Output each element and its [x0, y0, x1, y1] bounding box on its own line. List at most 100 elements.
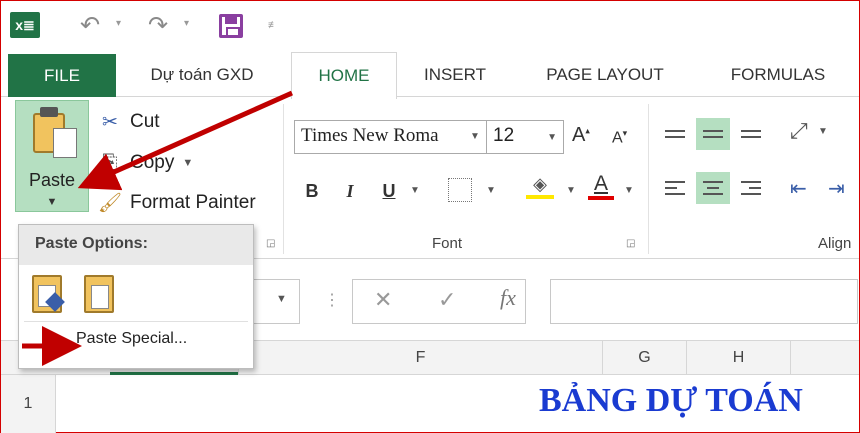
formula-bar-grip-icon: ⋮	[324, 292, 340, 309]
align-right-button[interactable]	[734, 172, 768, 204]
cancel-formula-icon[interactable]: ✕	[374, 287, 392, 313]
paste-label: Paste	[28, 170, 76, 190]
paste-default-paper	[91, 285, 109, 309]
underline-dropdown-icon[interactable]: ▼	[410, 185, 420, 196]
column-header-next[interactable]	[790, 340, 859, 375]
group-separator	[283, 104, 284, 254]
clipboard-clip-icon	[40, 107, 58, 117]
paint-bucket-icon: ◈	[533, 174, 547, 194]
paste-formatting-icon[interactable]	[32, 275, 65, 313]
format-painter-button[interactable]: 🖌 Format Painter	[98, 188, 256, 218]
column-header-f[interactable]: F	[238, 340, 602, 375]
line	[703, 193, 723, 195]
font-name-value: Times New Roma	[301, 125, 439, 146]
line	[703, 130, 723, 132]
line	[665, 130, 685, 132]
line	[665, 181, 685, 183]
italic-button[interactable]: I	[338, 176, 362, 206]
confirm-formula-icon[interactable]: ✓	[438, 287, 456, 313]
fill-color-button[interactable]: ◈	[526, 174, 554, 204]
redo-icon[interactable]: ↷	[148, 10, 168, 40]
redo-dropdown-icon[interactable]: ▾	[184, 18, 189, 29]
paste-paper-icon	[53, 128, 77, 158]
font-launcher-icon[interactable]: ◲	[626, 238, 635, 249]
name-box-dropdown-icon[interactable]: ▼	[276, 293, 287, 305]
fill-color-bar	[526, 195, 554, 199]
tab-du-toan-gxd[interactable]: Dự toán GXD	[128, 55, 276, 95]
borders-icon[interactable]	[448, 178, 472, 202]
line	[741, 130, 761, 132]
copy-icon: ⎘	[102, 152, 118, 173]
line	[665, 136, 685, 138]
cut-button[interactable]: ✂ Cut	[98, 107, 160, 137]
tab-page-layout[interactable]: PAGE LAYOUT	[520, 55, 690, 95]
group-separator	[648, 104, 649, 254]
tab-formulas[interactable]: FORMULAS	[708, 55, 848, 95]
font-name-combobox[interactable]: Times New Roma	[294, 120, 487, 154]
font-size-dropdown-icon[interactable]: ▼	[547, 132, 557, 143]
copy-label: Copy	[130, 152, 175, 173]
font-size-combobox[interactable]: 12 ▼	[487, 120, 564, 154]
align-left-button[interactable]	[658, 172, 692, 204]
format-painter-icon: 🖌	[97, 193, 123, 214]
fill-color-dropdown-icon[interactable]: ▼	[566, 185, 576, 196]
menu-separator	[24, 321, 248, 322]
middle-align-button[interactable]	[696, 118, 730, 150]
line	[741, 136, 761, 138]
increase-indent-icon[interactable]: ⇥	[828, 176, 845, 201]
copy-dropdown-icon[interactable]: ▼	[182, 157, 193, 169]
font-color-dropdown-icon[interactable]: ▼	[624, 185, 634, 196]
customize-toolbar-icon[interactable]: ≢	[268, 20, 278, 31]
paste-options-header: Paste Options:	[19, 225, 253, 265]
undo-dropdown-icon[interactable]: ▾	[116, 18, 121, 29]
paste-dropdown-icon[interactable]: ▼	[15, 196, 89, 208]
grow-font-button[interactable]: A▴	[572, 124, 590, 147]
paste-special-item[interactable]: Paste Special...	[76, 330, 187, 348]
alignment-group-label: Align	[818, 235, 852, 252]
tab-home[interactable]: HOME	[291, 52, 397, 99]
bold-button[interactable]: B	[300, 176, 324, 206]
excel-logo-icon: x≣	[10, 12, 40, 38]
bottom-align-button[interactable]	[734, 118, 768, 150]
font-name-dropdown-icon[interactable]: ▼	[470, 131, 480, 142]
top-align-button[interactable]	[658, 118, 692, 150]
grow-font-icon: A	[572, 124, 586, 146]
font-group-label: Font	[432, 235, 463, 252]
line	[749, 187, 761, 189]
column-header-g[interactable]: G	[602, 340, 686, 375]
center-button[interactable]	[696, 172, 730, 204]
copy-button[interactable]: ⎘ Copy ▼	[98, 148, 193, 178]
underline-button[interactable]: U	[376, 176, 402, 206]
line	[707, 187, 719, 189]
line	[703, 136, 723, 138]
line	[665, 187, 677, 189]
tab-insert[interactable]: INSERT	[410, 55, 500, 95]
shrink-font-button[interactable]: A▾	[612, 128, 627, 147]
font-color-bar	[588, 196, 614, 200]
line	[741, 181, 761, 183]
clipboard-launcher-icon[interactable]: ◲	[266, 238, 275, 249]
sheet-title-cell[interactable]: BẢNG DỰ TOÁN	[539, 382, 803, 420]
save-icon[interactable]	[219, 14, 243, 38]
orientation-icon[interactable]: ⤢	[790, 118, 808, 144]
column-header-h[interactable]: H	[686, 340, 790, 375]
borders-dropdown-icon[interactable]: ▼	[486, 185, 496, 196]
insert-function-icon[interactable]: fx	[500, 285, 516, 311]
font-size-value: 12	[493, 125, 515, 146]
format-painter-label: Format Painter	[130, 192, 256, 213]
font-color-button[interactable]: A	[588, 172, 614, 204]
undo-icon[interactable]: ↶	[80, 10, 100, 40]
row-header-1[interactable]: 1	[1, 375, 56, 433]
paste-default-icon[interactable]	[84, 275, 114, 313]
shrink-font-icon: A	[612, 129, 623, 147]
scissors-icon: ✂	[102, 111, 118, 133]
tab-file[interactable]: FILE	[8, 54, 116, 97]
line	[703, 181, 723, 183]
name-box[interactable]	[250, 279, 300, 324]
font-color-icon: A	[593, 172, 608, 195]
decrease-indent-icon[interactable]: ⇤	[790, 176, 807, 201]
orientation-dropdown-icon[interactable]: ▼	[818, 126, 828, 137]
line	[741, 193, 761, 195]
line	[665, 193, 685, 195]
formula-input[interactable]	[550, 279, 858, 324]
